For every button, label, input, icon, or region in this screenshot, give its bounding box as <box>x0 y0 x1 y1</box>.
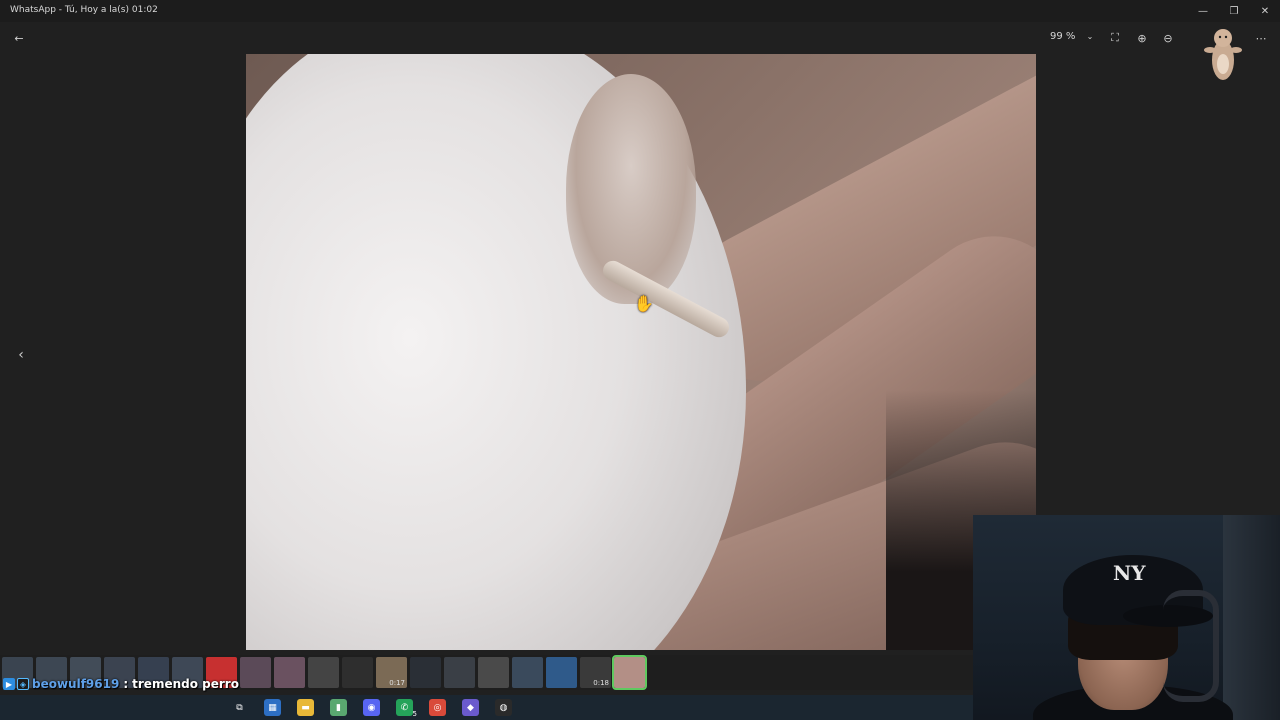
prime-badge-icon: ▶ <box>3 678 15 690</box>
store-icon[interactable]: ▦ <box>264 699 281 716</box>
title-bar: WhatsApp - Tú, Hoy a la(s) 01:02 — ❐ ✕ <box>0 0 1280 22</box>
thumbnail-item[interactable] <box>612 655 647 690</box>
headphones-icon <box>1163 590 1219 702</box>
thumbnail-item[interactable] <box>512 657 543 688</box>
hand-cursor-icon: ✋ <box>634 294 654 313</box>
task-view-icon[interactable]: ⧉ <box>231 699 248 716</box>
minimize-icon[interactable]: — <box>1188 2 1218 20</box>
thumbnail-duration: 0:17 <box>389 679 405 687</box>
thumbnail-item[interactable] <box>308 657 339 688</box>
file-explorer-icon[interactable]: ▬ <box>297 699 314 716</box>
whatsapp-icon[interactable]: ✆ 5 <box>396 699 417 718</box>
discord-icon[interactable]: ◉ <box>363 699 380 716</box>
viewed-photo <box>246 54 1036 650</box>
zoom-level[interactable]: 99 % ⌄ <box>1050 31 1093 42</box>
zoom-level-value: 99 % <box>1050 31 1076 42</box>
chrome-icon[interactable]: ◎ <box>429 699 446 716</box>
thumbnail-item[interactable] <box>240 657 271 688</box>
chevron-down-icon[interactable]: ⌄ <box>1087 32 1094 41</box>
sub-badge-icon: ◈ <box>17 678 29 690</box>
chevron-left-icon[interactable]: ‹ <box>12 346 30 364</box>
back-arrow-icon[interactable]: ← <box>11 30 27 46</box>
cap-logo: NY <box>1113 561 1146 585</box>
chat-separator: : <box>123 677 129 691</box>
fit-screen-icon[interactable]: ⛶ <box>1107 30 1123 46</box>
thumbnail-item[interactable] <box>478 657 509 688</box>
zoom-out-icon[interactable]: ⊖ <box>1160 30 1176 46</box>
restore-icon[interactable]: ❐ <box>1219 2 1249 20</box>
taskbar: ⧉ ▦ ▬ ▮ ◉ ✆ 5 ◎ ◆ ◍ <box>0 695 973 720</box>
chat-badges: ▶◈ <box>3 678 29 690</box>
window-title: WhatsApp - Tú, Hoy a la(s) 01:02 <box>10 5 158 15</box>
thumbnail-item[interactable]: 0:17 <box>376 657 407 688</box>
thumbnail-item[interactable] <box>410 657 441 688</box>
thumbnail-item[interactable] <box>546 657 577 688</box>
thumbnail-item[interactable]: 0:18 <box>580 657 611 688</box>
chat-message: ▶ ◈ beowulf9619: tremendo perro <box>0 673 239 695</box>
thumbnail-item[interactable] <box>444 657 475 688</box>
notes-icon[interactable]: ▮ <box>330 699 347 716</box>
chat-username[interactable]: beowulf9619 <box>32 677 119 691</box>
hamster-sticker-icon <box>1204 29 1242 80</box>
thumbnail-item[interactable] <box>274 657 305 688</box>
viewer-toolbar: ← 99 % ⌄ ⛶ ⊕ ⊖ ⋯ <box>0 22 1280 52</box>
chat-text: tremendo perro <box>132 677 239 691</box>
webcam-background-door <box>1223 515 1280 720</box>
zoom-in-icon[interactable]: ⊕ <box>1134 30 1150 46</box>
close-icon[interactable]: ✕ <box>1250 2 1280 20</box>
obs-icon[interactable]: ◍ <box>495 699 512 716</box>
app-diamond-icon[interactable]: ◆ <box>462 699 479 716</box>
more-options-icon[interactable]: ⋯ <box>1253 30 1269 46</box>
thumbnail-item[interactable] <box>342 657 373 688</box>
notification-count: 5 <box>412 710 417 718</box>
webcam-overlay: NY <box>973 515 1280 720</box>
thumbnail-duration: 0:18 <box>593 679 609 687</box>
